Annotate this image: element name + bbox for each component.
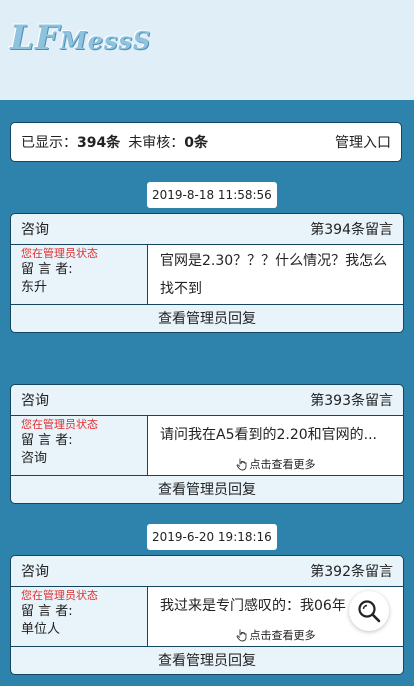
view-admin-reply-button[interactable]: 查看管理员回复: [11, 305, 403, 332]
stats-bar: 已显示： 394条 未审核： 0条 管理入口: [10, 122, 402, 162]
site-logo[interactable]: LFMessS: [10, 18, 151, 58]
author-label: 留 言 者:: [21, 433, 73, 448]
author-label: 留 言 者:: [21, 604, 73, 619]
message-card: 咨询 第392条留言 您在管理员状态 留 言 者: 单位人 我过来是专门感叹的：…: [10, 555, 404, 675]
view-admin-reply-button[interactable]: 查看管理员回复: [11, 476, 403, 503]
view-more-label: 点击查看更多: [249, 629, 316, 642]
pending-count: 0条: [184, 135, 208, 151]
author-name: 咨询: [21, 451, 48, 466]
admin-state-label: 您在管理员状态: [21, 589, 98, 602]
pending-label: 未审核：: [128, 135, 185, 151]
message-date: 2019-6-20 19:18:16: [147, 524, 277, 550]
view-more-link[interactable]: 点击查看更多: [148, 457, 403, 473]
shown-count: 394条: [77, 135, 121, 151]
author-column: 您在管理员状态 留 言 者: 东升: [11, 245, 148, 304]
message-card: 咨询 第393条留言 您在管理员状态 留 言 者: 咨询 请问我在A5看到的2.…: [10, 384, 404, 504]
author-column: 您在管理员状态 留 言 者: 咨询: [11, 416, 148, 475]
admin-state-label: 您在管理员状态: [21, 418, 98, 431]
shown-label: 已显示：: [21, 135, 77, 151]
message-text: 官网是2.30？？？什么情况？我怎么找不到: [160, 253, 388, 297]
admin-state-label: 您在管理员状态: [21, 247, 98, 260]
message-card: 咨询 第394条留言 您在管理员状态 留 言 者: 东升 官网是2.30？？？什…: [10, 213, 404, 333]
search-button[interactable]: [349, 591, 389, 631]
search-icon: [358, 600, 381, 623]
message-number: 第393条留言: [310, 393, 393, 409]
hand-pointer-icon: [236, 629, 246, 642]
message-category: 咨询: [21, 222, 49, 238]
message-number: 第392条留言: [310, 564, 393, 580]
message-header: 咨询 第392条留言: [11, 556, 403, 587]
message-body: 您在管理员状态 留 言 者: 东升 官网是2.30？？？什么情况？我怎么找不到: [11, 245, 403, 305]
author-name: 东升: [21, 280, 48, 295]
admin-entry-link[interactable]: 管理入口: [335, 132, 391, 152]
logo-text-small: MessS: [60, 26, 152, 55]
message-header: 咨询 第393条留言: [11, 385, 403, 416]
header-banner: LFMessS: [0, 0, 414, 100]
message-content: 官网是2.30？？？什么情况？我怎么找不到: [148, 245, 403, 304]
message-number: 第394条留言: [310, 222, 393, 238]
author-column: 您在管理员状态 留 言 者: 单位人: [11, 587, 148, 646]
view-admin-reply-button[interactable]: 查看管理员回复: [11, 647, 403, 674]
message-category: 咨询: [21, 564, 49, 580]
message-text: 请问我在A5看到的2.20和官网的...: [160, 427, 378, 443]
message-date: 2019-8-18 11:58:56: [147, 182, 277, 208]
message-content: 请问我在A5看到的2.20和官网的... 点击查看更多: [148, 416, 403, 475]
message-category: 咨询: [21, 393, 49, 409]
message-body: 您在管理员状态 留 言 者: 单位人 我过来是专门感叹的：我06年 点击查看更多: [11, 587, 403, 647]
logo-text-big: LF: [10, 18, 61, 58]
hand-pointer-icon: [236, 458, 246, 471]
author-label: 留 言 者:: [21, 262, 73, 277]
author-name: 单位人: [21, 622, 61, 637]
view-more-label: 点击查看更多: [249, 458, 316, 471]
message-header: 咨询 第394条留言: [11, 214, 403, 245]
message-body: 您在管理员状态 留 言 者: 咨询 请问我在A5看到的2.20和官网的... 点…: [11, 416, 403, 476]
